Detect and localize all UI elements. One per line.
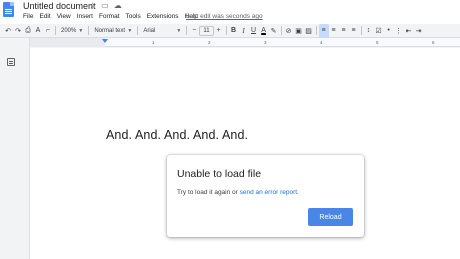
menu-edit[interactable]: Edit — [39, 13, 50, 20]
divider — [280, 26, 282, 35]
menu-format[interactable]: Format — [99, 13, 120, 20]
docs-logo-icon[interactable] — [3, 2, 14, 17]
increase-indent-icon[interactable]: ⇥ — [414, 24, 424, 38]
menu-bar: File Edit View Insert Format Tools Exten… — [23, 13, 198, 20]
menu-extensions[interactable]: Extensions — [147, 13, 179, 20]
comment-icon[interactable]: ▣ — [294, 24, 304, 38]
document-title[interactable]: Untitled document — [23, 1, 96, 11]
chevron-down-icon: ▼ — [176, 27, 182, 34]
ruler-tick: 1 — [152, 40, 155, 45]
underline-icon[interactable]: U — [249, 24, 259, 38]
align-justify-icon[interactable]: ≡ — [349, 24, 359, 38]
title-icons: ☆ ▭ ☁ — [89, 1, 122, 11]
divider — [186, 26, 188, 35]
menu-view[interactable]: View — [57, 13, 71, 20]
line-spacing-icon[interactable]: ↕ — [364, 24, 374, 38]
spellcheck-icon[interactable]: A — [33, 24, 43, 38]
ruler[interactable]: 1 2 3 4 5 6 — [30, 38, 460, 47]
decrease-indent-icon[interactable]: ⇤ — [404, 24, 414, 38]
highlight-icon[interactable]: ✎ — [269, 24, 279, 38]
dialog-message-period: . — [297, 189, 299, 196]
align-center-icon[interactable]: ≡ — [329, 24, 339, 38]
divider — [137, 26, 139, 35]
dialog-title: Unable to load file — [177, 168, 262, 180]
divider — [315, 26, 317, 35]
divider — [88, 26, 90, 35]
left-rail — [0, 38, 30, 259]
numbered-list-icon[interactable]: ⋮ — [394, 24, 404, 38]
menu-insert[interactable]: Insert — [77, 13, 93, 20]
document-text[interactable]: And. And. And. And. And. — [106, 128, 248, 142]
style-value: Normal text — [94, 27, 125, 34]
ruler-tick: 2 — [208, 40, 211, 45]
dialog-message: Try to load it again or send an error re… — [177, 189, 299, 196]
indent-marker-icon[interactable] — [102, 39, 108, 43]
decrease-font-size-icon[interactable]: − — [189, 24, 199, 38]
move-to-folder-icon[interactable]: ▭ — [101, 1, 109, 11]
cloud-status-icon[interactable]: ☁ — [114, 1, 122, 11]
menu-tools[interactable]: Tools — [126, 13, 141, 20]
chevron-down-icon: ▼ — [127, 27, 133, 34]
italic-icon[interactable]: I — [239, 24, 249, 38]
bulleted-list-icon[interactable]: • — [384, 24, 394, 38]
divider — [360, 26, 362, 35]
ruler-tick: 5 — [376, 40, 379, 45]
text-color-icon[interactable]: A — [259, 24, 269, 38]
document-outline-icon[interactable] — [7, 58, 15, 66]
last-edit-link[interactable]: Last edit was seconds ago — [186, 13, 263, 20]
print-icon[interactable]: ⎙ — [23, 24, 33, 38]
font-select[interactable]: Arial ▼ — [140, 24, 184, 38]
toolbar: ↶ ↷ ⎙ A ⌐ 200% ▼ Normal text ▼ Arial ▼ −… — [0, 23, 460, 38]
dialog-message-text: Try to load it again or — [177, 189, 240, 196]
ruler-tick: 6 — [432, 40, 435, 45]
image-icon[interactable]: ▨ — [304, 24, 314, 38]
title-bar: Untitled document ☆ ▭ ☁ File Edit View I… — [0, 0, 460, 24]
align-left-icon[interactable]: ≡ — [318, 23, 329, 38]
font-size-value: 11 — [203, 27, 210, 34]
undo-icon[interactable]: ↶ — [3, 24, 13, 38]
menu-file[interactable]: File — [23, 13, 33, 20]
chevron-down-icon: ▼ — [78, 27, 84, 34]
bold-icon[interactable]: B — [229, 24, 239, 38]
paint-format-icon[interactable]: ⌐ — [43, 24, 53, 38]
reload-button[interactable]: Reload — [308, 208, 353, 226]
link-icon[interactable]: ⊘ — [284, 24, 294, 38]
zoom-value: 200% — [61, 27, 77, 34]
error-dialog: Unable to load file Try to load it again… — [167, 155, 364, 237]
redo-icon[interactable]: ↷ — [13, 24, 23, 38]
send-error-report-link[interactable]: send an error report — [240, 189, 297, 196]
ruler-margin — [30, 38, 105, 47]
increase-font-size-icon[interactable]: + — [214, 24, 224, 38]
ruler-tick: 3 — [264, 40, 267, 45]
style-select[interactable]: Normal text ▼ — [91, 24, 135, 38]
font-size-input[interactable]: 11 — [199, 25, 214, 36]
ruler-tick: 4 — [320, 40, 323, 45]
zoom-select[interactable]: 200% ▼ — [58, 24, 86, 38]
align-right-icon[interactable]: ≡ — [339, 24, 349, 38]
font-value: Arial — [143, 27, 156, 34]
divider — [225, 26, 227, 35]
star-icon[interactable]: ☆ — [89, 1, 96, 11]
divider — [55, 26, 56, 35]
checklist-icon[interactable]: ☑ — [374, 24, 384, 38]
